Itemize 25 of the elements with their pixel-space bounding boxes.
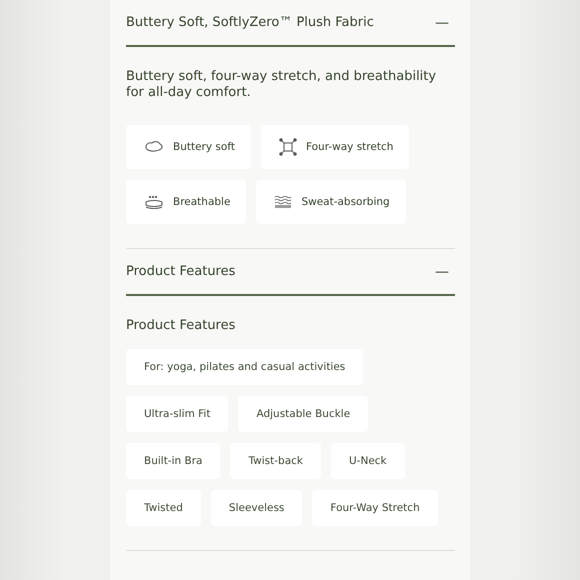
feature-tag: Four-Way Stretch bbox=[312, 490, 438, 526]
benefit-label: Sweat-absorbing bbox=[301, 196, 390, 208]
breathable-layers-icon bbox=[144, 195, 164, 209]
accordion-header[interactable]: Buttery Soft, SoftlyZero™ Plush Fabric — bbox=[126, 0, 455, 47]
feature-tag: For: yoga, pilates and casual activities bbox=[126, 349, 364, 385]
feature-tag: Sleeveless bbox=[210, 490, 302, 526]
feature-tag: Twisted bbox=[126, 490, 201, 526]
section-description: Buttery soft, four-way stretch, and breathability for all-day comfort. bbox=[126, 69, 438, 101]
section-title[interactable]: Product Features bbox=[126, 264, 236, 279]
collapse-toggle[interactable]: — bbox=[435, 14, 455, 30]
feature-tag: Twist-back bbox=[230, 443, 321, 479]
feature-tag: Ultra-slim Fit bbox=[126, 396, 228, 432]
feature-tag: U-Neck bbox=[330, 443, 405, 479]
feature-tag: Built-in Bra bbox=[126, 443, 220, 479]
section-title[interactable]: Buttery Soft, SoftlyZero™ Plush Fabric bbox=[126, 15, 374, 30]
accordion-header[interactable]: Product Features — bbox=[126, 249, 455, 296]
benefit-label: Breathable bbox=[173, 196, 230, 208]
waves-icon bbox=[274, 195, 292, 209]
stretch-square-icon bbox=[278, 138, 297, 156]
benefit-label: Buttery soft bbox=[173, 141, 235, 153]
cloud-icon bbox=[144, 140, 164, 154]
collapse-toggle[interactable]: — bbox=[435, 264, 455, 280]
benefit-label: Four-way stretch bbox=[306, 141, 394, 153]
features-heading: Product Features bbox=[126, 318, 236, 333]
feature-tag: Adjustable Buckle bbox=[238, 396, 368, 432]
